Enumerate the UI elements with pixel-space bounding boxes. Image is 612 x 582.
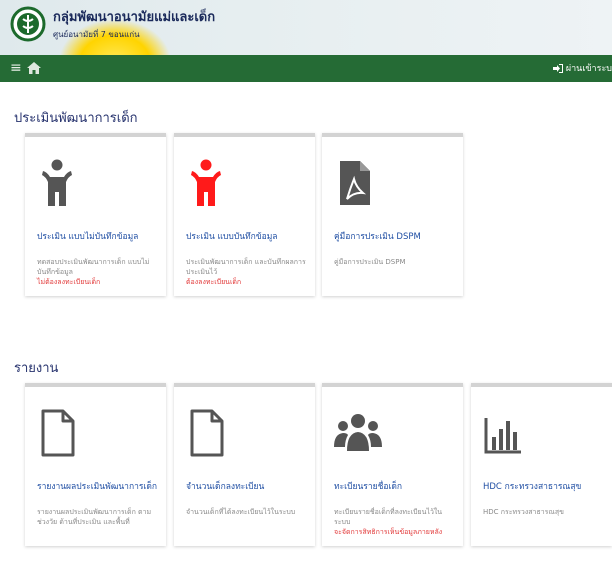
section-title-assessment: ประเมินพัฒนาการเด็ก [14, 111, 138, 126]
card-desc-text: ทะเบียนรายชื่อเด็กที่ลงทะเบียนไว้ในระบบ [334, 508, 443, 526]
file-icon [190, 409, 224, 457]
card-title[interactable]: รายงานผลประเมินพัฒนาการเด็ก [37, 479, 157, 493]
sign-in-icon [552, 63, 563, 73]
card-report-assessment[interactable]: รายงานผลประเมินพัฒนาการเด็ก รายงานผลประเ… [25, 383, 166, 546]
file-icon [41, 409, 75, 457]
card-assess-with-record[interactable]: ประเมิน แบบบันทึกข้อมูล ประเมินพัฒนาการเ… [174, 133, 315, 296]
card-desc-text: ประเมินพัฒนาการเด็ก และบันทึกผลการประเมิ… [186, 258, 306, 276]
page: กลุ่มพัฒนาอนามัยแม่และเด็ก ศูนย์อนามัยที… [0, 0, 612, 582]
child-gray-icon [42, 159, 72, 206]
card-description: รายงานผลประเมินพัฒนาการเด็ก ตามช่วงวัย ด… [37, 507, 159, 527]
card-desc-text: รายงานผลประเมินพัฒนาการเด็ก ตามช่วงวัย ด… [37, 508, 152, 526]
card-title[interactable]: HDC กระทรวงสาธารณสุข [483, 479, 581, 493]
ministry-logo-icon[interactable] [10, 4, 46, 44]
card-title[interactable]: ประเมิน แบบไม่บันทึกข้อมูล [37, 229, 138, 243]
card-desc-text: ทดสอบประเมินพัฒนาการเด็ก แบบไม่บันทึกข้อ… [37, 258, 150, 276]
card-dspm-manual[interactable]: คู่มือการประเมิน DSPM คู่มือการประเมิน D… [322, 133, 463, 296]
site-subtitle: ศูนย์อนามัยที่ 7 ขอนแก่น [53, 30, 140, 39]
card-description: ทดสอบประเมินพัฒนาการเด็ก แบบไม่บันทึกข้อ… [37, 257, 159, 287]
card-hdc[interactable]: HDC กระทรวงสาธารณสุข HDC กระทรวงสาธารณสุ… [471, 383, 612, 546]
card-desc-text: HDC กระทรวงสาธารณสุข [483, 508, 564, 516]
card-description: จำนวนเด็กที่ได้ลงทะเบียนไว้ในระบบ [186, 507, 308, 517]
card-desc-text: คู่มือการประเมิน DSPM [334, 258, 406, 266]
card-description: HDC กระทรวงสาธารณสุข [483, 507, 605, 517]
card-title[interactable]: คู่มือการประเมิน DSPM [334, 229, 421, 243]
card-note: ไม่ต้องลงทะเบียนเด็ก [37, 278, 101, 286]
login-label: ผ่านเข้าระบ [565, 64, 612, 74]
users-icon [334, 414, 382, 451]
card-title[interactable]: ประเมิน แบบบันทึกข้อมูล [186, 229, 278, 243]
child-red-icon [191, 159, 221, 206]
card-registered-children[interactable]: จำนวนเด็กลงทะเบียน จำนวนเด็กที่ได้ลงทะเบ… [174, 383, 315, 546]
card-note: ต้องลงทะเบียนเด็ก [186, 278, 242, 286]
card-title[interactable]: ทะเบียนรายชื่อเด็ก [334, 479, 402, 493]
bar-chart-icon [484, 418, 521, 454]
home-icon[interactable] [27, 62, 41, 74]
card-description: ประเมินพัฒนาการเด็ก และบันทึกผลการประเมิ… [186, 257, 308, 287]
card-children-registry[interactable]: ทะเบียนรายชื่อเด็ก ทะเบียนรายชื่อเด็กที่… [322, 383, 463, 546]
site-header: กลุ่มพัฒนาอนามัยแม่และเด็ก ศูนย์อนามัยที… [0, 0, 612, 55]
card-note: จะจัดการสิทธิการเห็นข้อมูลภายหลัง [334, 528, 443, 536]
navbar: ≡ ผ่านเข้าระบ [0, 55, 612, 82]
card-description: คู่มือการประเมิน DSPM [334, 257, 456, 267]
login-link[interactable]: ผ่านเข้าระบ [552, 61, 612, 75]
site-title[interactable]: กลุ่มพัฒนาอนามัยแม่และเด็ก [53, 6, 215, 27]
card-desc-text: จำนวนเด็กที่ได้ลงทะเบียนไว้ในระบบ [186, 508, 296, 516]
card-description: ทะเบียนรายชื่อเด็กที่ลงทะเบียนไว้ในระบบ … [334, 507, 456, 537]
card-assess-no-record[interactable]: ประเมิน แบบไม่บันทึกข้อมูล ทดสอบประเมินพ… [25, 133, 166, 296]
menu-icon[interactable]: ≡ [10, 60, 22, 76]
card-title[interactable]: จำนวนเด็กลงทะเบียน [186, 479, 264, 493]
pdf-file-icon [340, 161, 370, 205]
section-title-reports: รายงาน [14, 361, 59, 376]
